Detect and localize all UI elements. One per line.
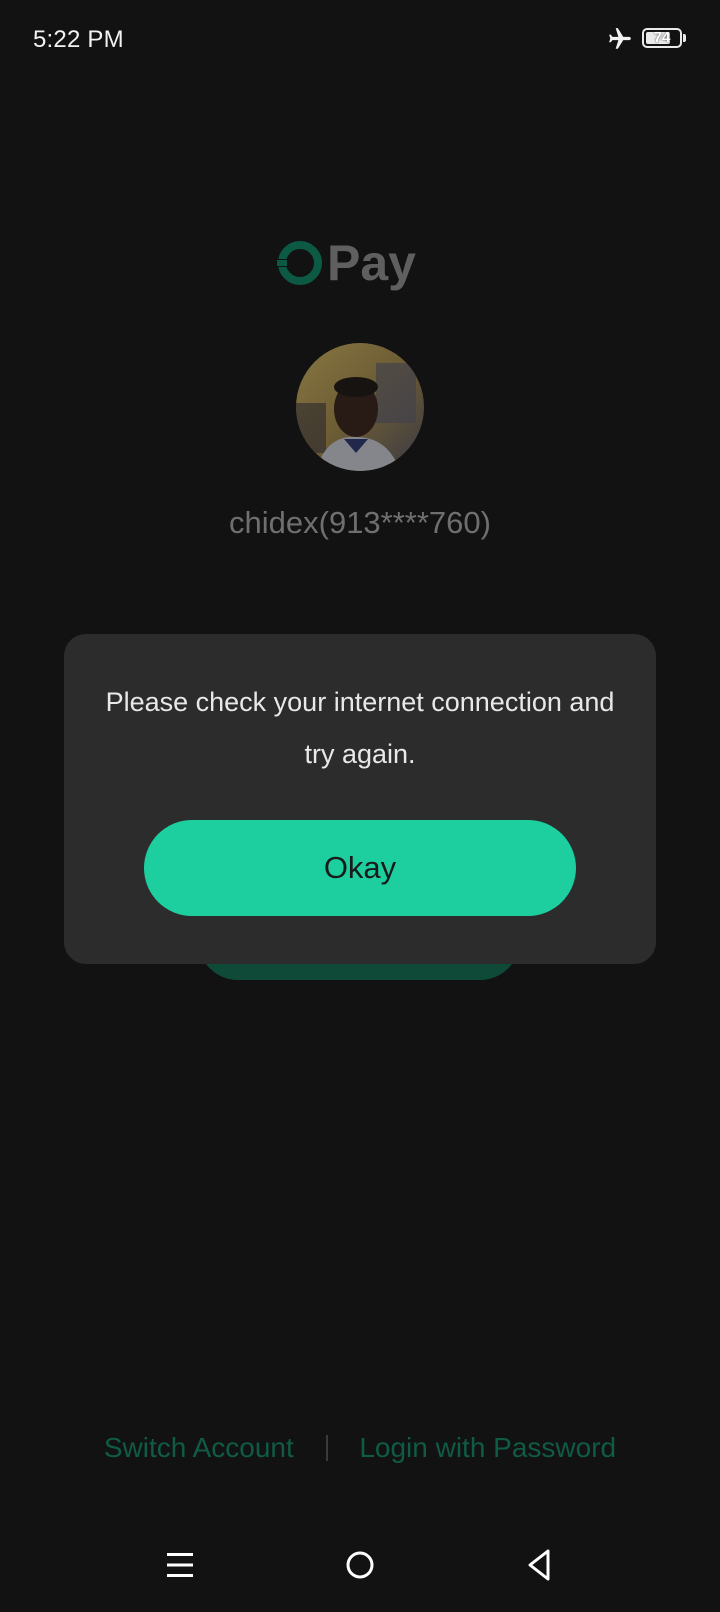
login-with-password-link[interactable]: Login with Password: [359, 1432, 616, 1464]
footer-links: Switch Account Login with Password: [0, 1430, 720, 1470]
switch-account-link[interactable]: Switch Account: [104, 1432, 294, 1464]
brand-name: Pay: [327, 236, 416, 291]
status-time: 5:22 PM: [33, 26, 124, 53]
battery-level: 74: [653, 29, 671, 46]
account-name: chidex(913****760): [229, 505, 491, 540]
menu-icon[interactable]: [155, 1540, 205, 1590]
dialog-message: Please check your internet connection an…: [105, 687, 615, 769]
back-icon[interactable]: [515, 1540, 565, 1590]
system-nav-bar: [0, 1530, 720, 1600]
status-bar: 5:22 PM 74: [0, 0, 720, 80]
home-icon[interactable]: [335, 1540, 385, 1590]
airplane-icon: [609, 28, 631, 49]
network-error-dialog: Please check your internet connection an…: [64, 634, 656, 964]
user-avatar: [296, 343, 424, 471]
opay-logo: Pay: [275, 235, 445, 296]
footer-divider: [325, 1434, 328, 1461]
battery-indicator: 74: [642, 28, 686, 52]
okay-button[interactable]: Okay: [144, 820, 576, 916]
